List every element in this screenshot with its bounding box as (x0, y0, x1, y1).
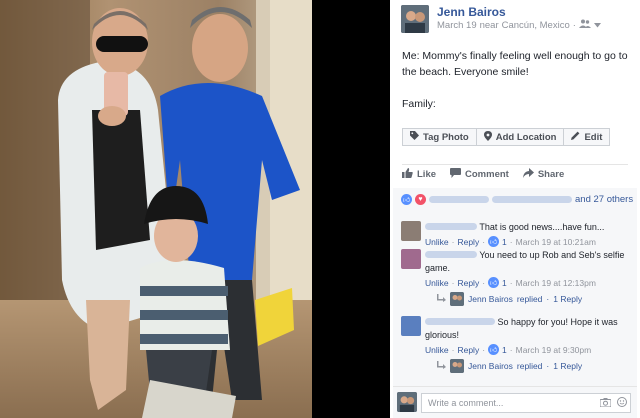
redacted-name (425, 223, 477, 230)
comment-item: You need to up Rob and Seb's selfie game… (401, 249, 633, 311)
redacted-name (425, 318, 495, 325)
author-name[interactable]: Jenn Bairos (437, 5, 506, 19)
redacted-name (492, 196, 572, 203)
friends-icon[interactable] (578, 19, 591, 31)
share-arrow-icon (522, 168, 534, 181)
reply-dot: · (546, 361, 550, 371)
composer-icons (599, 396, 627, 410)
comment-composer: Write a comment... (393, 386, 637, 418)
share-label: Share (537, 169, 565, 180)
comment-item: So happy for you! Hope it was glorious! … (401, 316, 633, 378)
replier-avatar (450, 292, 464, 306)
reaction-others-link[interactable]: and 27 others (575, 194, 633, 205)
add-location-label: Add Location (495, 131, 557, 143)
reply-summary[interactable]: Jenn Bairos replied · 1 Reply (437, 292, 582, 306)
location-pin-icon (483, 130, 492, 144)
comment-time[interactable]: March 19 at 9:30pm (516, 345, 592, 355)
camera-icon[interactable] (599, 396, 612, 410)
reply-summary[interactable]: Jenn Bairos replied · 1 Reply (437, 359, 582, 373)
post-actions: Like Comment Share (402, 168, 564, 181)
comment-icon (450, 168, 462, 181)
like-count-icon: 👍︎ (488, 236, 500, 247)
commenter-avatar[interactable] (401, 316, 421, 336)
tag-photo-button[interactable]: Tag Photo (402, 128, 477, 146)
comments-section: 👍︎ ♥ and 27 others That is good news....… (393, 188, 637, 386)
reply-dot: · (546, 294, 550, 304)
like-reaction-icon: 👍︎ (401, 194, 412, 205)
replied-label: replied (516, 294, 543, 304)
edit-label: Edit (584, 131, 603, 143)
replied-label: replied (516, 361, 543, 371)
composer-avatar (397, 392, 417, 412)
chevron-down-icon[interactable] (593, 20, 601, 31)
post-text: Me: Mommy's finally feeling well enough … (402, 48, 634, 128)
redacted-name (429, 196, 489, 203)
post-header: Jenn Bairos March 19 near Cancún, Mexico… (390, 0, 640, 40)
divider (402, 164, 628, 165)
comment-text: That is good news....have fun... (479, 222, 605, 232)
like-count[interactable]: 1 (502, 237, 507, 247)
like-button[interactable]: Like (402, 168, 436, 181)
location-prefix: near (479, 19, 499, 31)
tag-icon (410, 131, 419, 143)
like-count[interactable]: 1 (502, 278, 507, 288)
unlike-link[interactable]: Unlike (425, 237, 449, 247)
comment-meta: Unlike · Reply · 👍︎ 1 · March 19 at 9:30pm (425, 344, 592, 355)
post-date[interactable]: March 19 (437, 20, 477, 31)
unlike-link[interactable]: Unlike (425, 345, 449, 355)
replier-avatar (450, 359, 464, 373)
commenter-avatar[interactable] (401, 249, 421, 269)
comment-body: You need to up Rob and Seb's selfie game… (425, 249, 631, 275)
reply-link[interactable]: Reply (457, 237, 479, 247)
comment-time[interactable]: March 19 at 10:21am (516, 237, 596, 247)
replier-name[interactable]: Jenn Bairos (468, 294, 513, 304)
commenter-avatar[interactable] (401, 221, 421, 241)
comment-body: So happy for you! Hope it was glorious! (425, 316, 631, 342)
reply-count[interactable]: 1 Reply (553, 361, 582, 371)
reply-arrow-icon (437, 361, 446, 371)
reaction-summary[interactable]: 👍︎ ♥ and 27 others (401, 194, 633, 205)
post-text-line: Family: (402, 98, 436, 110)
comment-label: Comment (465, 169, 509, 180)
replier-name[interactable]: Jenn Bairos (468, 361, 513, 371)
post-panel: Jenn Bairos March 19 near Cancún, Mexico… (390, 0, 640, 418)
family-photo[interactable] (0, 0, 312, 418)
photo-viewer (0, 0, 390, 418)
thumbs-up-icon (402, 168, 413, 181)
like-count-icon: 👍︎ (488, 344, 500, 355)
reply-arrow-icon (437, 294, 446, 304)
post-meta: March 19 near Cancún, Mexico · (437, 19, 601, 31)
reply-count[interactable]: 1 Reply (553, 294, 582, 304)
photo-tag-bar: Tag Photo Add Location Edit (402, 128, 611, 146)
tag-photo-label: Tag Photo (423, 131, 469, 143)
author-avatar[interactable] (401, 5, 429, 33)
like-count-icon: 👍︎ (488, 277, 500, 288)
comment-body: That is good news....have fun... (425, 221, 631, 234)
like-label: Like (417, 169, 437, 180)
add-location-button[interactable]: Add Location (476, 128, 565, 146)
meta-separator: · (572, 19, 576, 31)
love-reaction-icon: ♥ (415, 194, 426, 205)
comment-button[interactable]: Comment (450, 168, 509, 181)
comment-item: That is good news....have fun... Unlike ·… (401, 221, 633, 251)
unlike-link[interactable]: Unlike (425, 278, 449, 288)
redacted-name (425, 251, 477, 258)
share-button[interactable]: Share (522, 168, 565, 181)
like-count[interactable]: 1 (502, 345, 507, 355)
emoji-icon[interactable] (617, 396, 627, 410)
pencil-icon (571, 131, 580, 143)
edit-button[interactable]: Edit (564, 128, 611, 146)
reply-link[interactable]: Reply (457, 345, 479, 355)
post-location[interactable]: Cancún, Mexico (502, 20, 570, 31)
reply-link[interactable]: Reply (457, 278, 479, 288)
post-text-line: Me: Mommy's finally feeling well enough … (402, 50, 628, 78)
comment-time[interactable]: March 19 at 12:13pm (516, 278, 596, 288)
comment-meta: Unlike · Reply · 👍︎ 1 · March 19 at 12:13pm (425, 277, 596, 288)
comment-meta: Unlike · Reply · 👍︎ 1 · March 19 at 10:21am (425, 236, 596, 247)
